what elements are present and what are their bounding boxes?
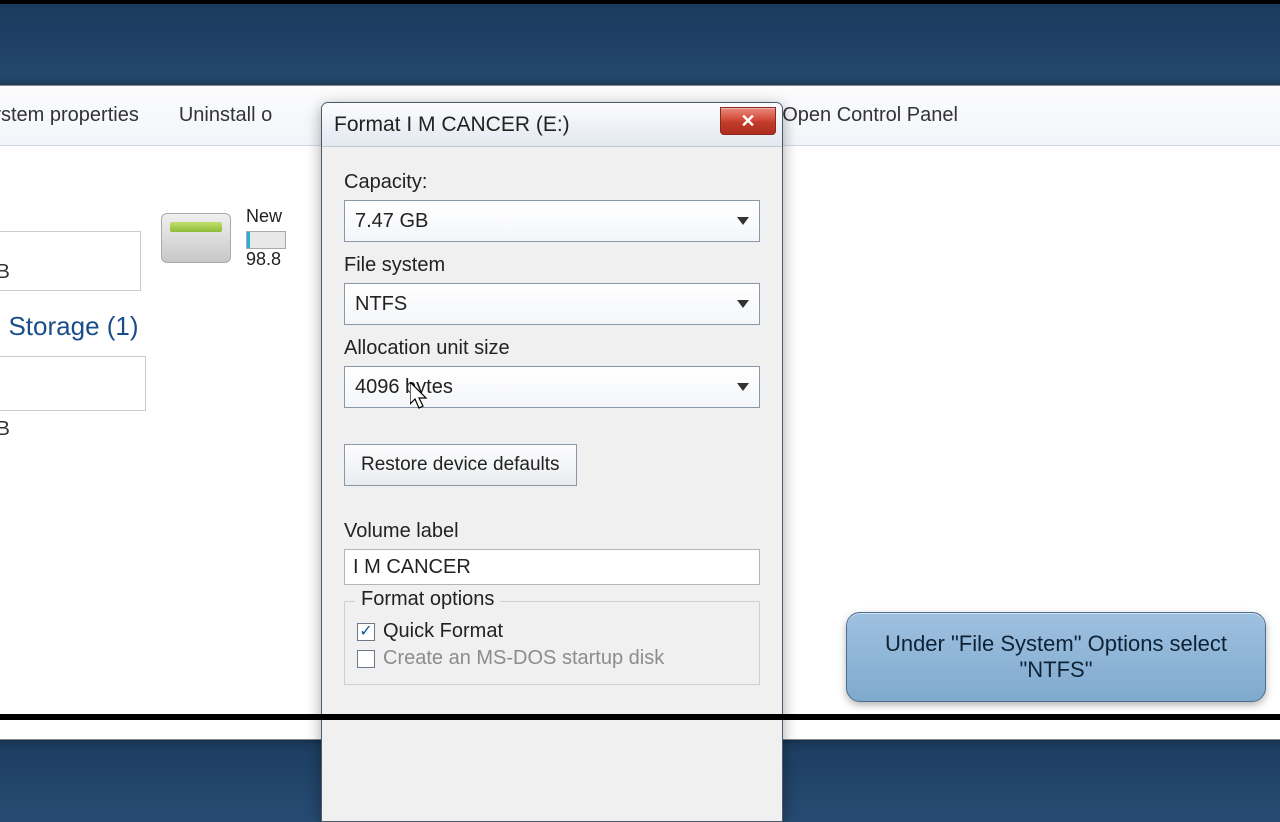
drive-item[interactable]: New 98.8 <box>161 206 286 270</box>
instruction-text: Under "File System" Options select "NTFS… <box>885 631 1227 682</box>
volume-label-label: Volume label <box>344 520 760 543</box>
quick-format-label: Quick Format <box>383 620 503 643</box>
filesystem-label: File system <box>344 254 760 277</box>
allocation-unit-value: 4096 bytes <box>355 376 453 399</box>
chevron-down-icon <box>737 383 749 391</box>
filesystem-value: NTFS <box>355 293 407 316</box>
volume-label-input[interactable] <box>344 549 760 585</box>
close-icon: ✕ <box>740 111 755 132</box>
format-options-legend: Format options <box>355 588 500 611</box>
capacity-label: Capacity: <box>344 171 760 194</box>
capacity-value: 7.47 GB <box>355 210 428 233</box>
dialog-title: Format I M CANCER (E:) <box>334 113 570 137</box>
drive-tile-partial-2[interactable] <box>0 356 146 411</box>
drive-size-partial-2: GB <box>0 418 10 441</box>
chevron-down-icon <box>737 217 749 225</box>
drive-tile-partial[interactable] <box>0 231 141 291</box>
hard-drive-icon <box>161 213 231 263</box>
msdos-row: Create an MS-DOS startup disk <box>357 647 747 670</box>
dialog-titlebar[interactable]: Format I M CANCER (E:) ✕ <box>322 103 782 147</box>
format-options-group: Format options Quick Format Create an MS… <box>344 601 760 685</box>
instruction-callout: Under "File System" Options select "NTFS… <box>846 612 1266 702</box>
section-removable-storage: le Storage (1) <box>0 311 139 342</box>
toolbar-system-properties[interactable]: ystem properties <box>0 104 139 127</box>
restore-defaults-button[interactable]: Restore device defaults <box>344 444 577 486</box>
drive-size-partial: GB <box>0 261 10 284</box>
allocation-unit-dropdown[interactable]: 4096 bytes <box>344 366 760 408</box>
chevron-down-icon <box>737 300 749 308</box>
drive-free: 98.8 <box>246 249 286 270</box>
quick-format-row[interactable]: Quick Format <box>357 620 747 643</box>
toolbar-uninstall[interactable]: Uninstall o <box>179 104 272 127</box>
toolbar-open-control-panel[interactable]: Open Control Panel <box>782 104 958 127</box>
drive-name: New <box>246 206 286 227</box>
drive-usage-bar <box>246 231 286 249</box>
msdos-label: Create an MS-DOS startup disk <box>383 647 664 670</box>
quick-format-checkbox[interactable] <box>357 623 375 641</box>
capacity-dropdown[interactable]: 7.47 GB <box>344 200 760 242</box>
msdos-checkbox <box>357 650 375 668</box>
filesystem-dropdown[interactable]: NTFS <box>344 283 760 325</box>
allocation-unit-label: Allocation unit size <box>344 337 760 360</box>
close-button[interactable]: ✕ <box>720 107 776 135</box>
